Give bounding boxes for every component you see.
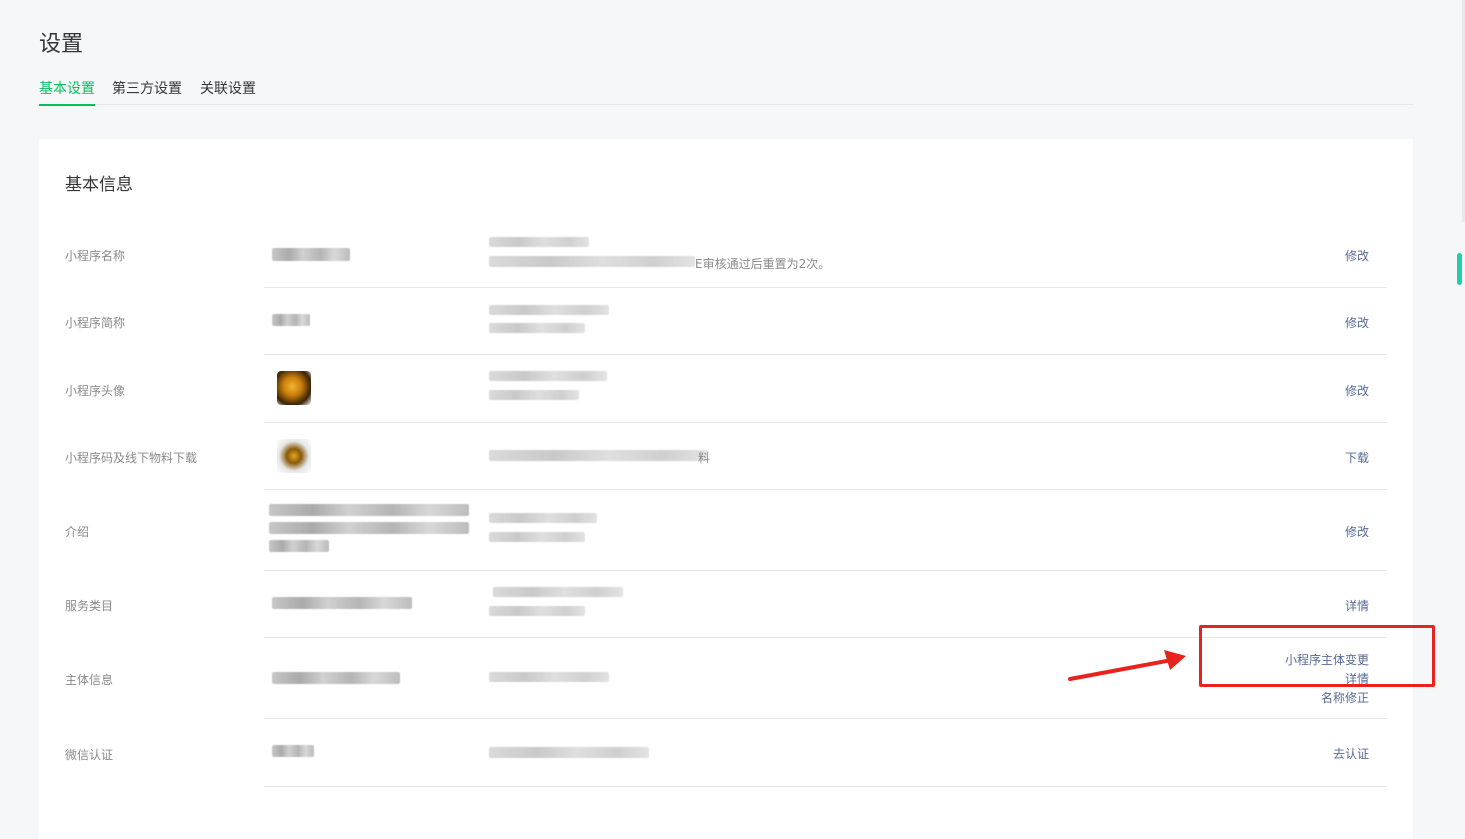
- redacted-value: [269, 540, 329, 552]
- annotation-arrow: [1068, 650, 1186, 681]
- go-verify-link[interactable]: 去认证: [1333, 745, 1369, 762]
- row-label: 主体信息: [65, 673, 114, 687]
- edit-name-link[interactable]: 修改: [1345, 247, 1369, 264]
- redacted-desc: [489, 747, 649, 758]
- service-category-details-link[interactable]: 详情: [1345, 597, 1369, 614]
- redacted-value: [272, 248, 350, 261]
- edit-short-name-link[interactable]: 修改: [1345, 314, 1369, 331]
- row-label: 小程序名称: [65, 249, 126, 263]
- redacted-desc: [489, 450, 707, 461]
- desc-text: E审核通过后重置为2次。: [695, 257, 831, 271]
- redacted-desc: [489, 323, 585, 333]
- row-label: 服务类目: [65, 599, 114, 613]
- tab-third-party-settings[interactable]: 第三方设置: [112, 78, 182, 104]
- tab-linked-settings[interactable]: 关联设置: [200, 78, 256, 104]
- redacted-desc: [489, 672, 609, 682]
- redacted-desc: [489, 305, 609, 315]
- scrollbar-thumb[interactable]: [1457, 253, 1462, 285]
- page-title: 设置: [39, 32, 84, 57]
- redacted-value: [272, 672, 400, 684]
- redacted-desc: [489, 532, 585, 542]
- redacted-desc: [493, 587, 623, 597]
- redacted-desc: [489, 237, 589, 247]
- row-label: 小程序简称: [65, 316, 126, 330]
- row-label: 介绍: [65, 525, 90, 539]
- edit-introduction-link[interactable]: 修改: [1345, 523, 1369, 540]
- redacted-value: [269, 522, 469, 534]
- desc-text: 料: [698, 451, 711, 465]
- download-qrcode-link[interactable]: 下载: [1345, 449, 1369, 466]
- qrcode-image: [277, 439, 311, 473]
- row-label: 小程序头像: [65, 384, 126, 398]
- edit-avatar-link[interactable]: 修改: [1345, 382, 1369, 399]
- settings-tabs: 基本设置 第三方设置 关联设置: [39, 78, 1413, 106]
- redacted-desc: [489, 606, 585, 616]
- row-mini-program-avatar: 小程序头像 修改: [39, 355, 1413, 422]
- avatar-image: [277, 371, 311, 405]
- redacted-value: [272, 597, 412, 609]
- redacted-desc: [489, 390, 579, 400]
- redacted-value: [272, 745, 314, 757]
- name-correction-link[interactable]: 名称修正: [1321, 689, 1369, 706]
- card-title: 基本信息: [65, 175, 133, 195]
- row-label: 微信认证: [65, 748, 114, 762]
- row-mini-program-name: 小程序名称 E审核通过后重置为2次。 修改: [39, 227, 1413, 287]
- row-qrcode-download: 小程序码及线下物料下载 料 下载: [39, 423, 1413, 489]
- row-label: 小程序码及线下物料下载: [65, 451, 198, 465]
- tab-basic-settings[interactable]: 基本设置: [39, 78, 95, 106]
- row-introduction: 介绍 修改: [39, 490, 1413, 570]
- redacted-value: [272, 314, 310, 326]
- basic-info-card: 基本信息 小程序名称 E审核通过后重置为2次。 修改 小程序简称 修改 小程序头…: [39, 139, 1413, 839]
- redacted-desc: [489, 371, 607, 381]
- row-divider: [264, 786, 1387, 787]
- redacted-desc: [489, 513, 597, 523]
- redacted-value: [269, 504, 469, 516]
- redacted-desc: [489, 256, 695, 267]
- annotation-highlight-box: [1199, 625, 1435, 687]
- row-wechat-verification: 微信认证 去认证: [39, 719, 1413, 786]
- row-mini-program-short-name: 小程序简称 修改: [39, 288, 1413, 354]
